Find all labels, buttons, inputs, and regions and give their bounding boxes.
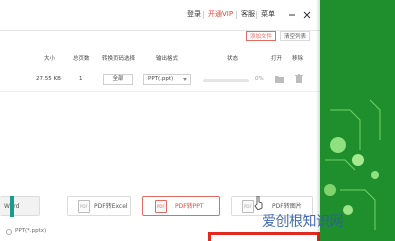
progress-percent: 0% (255, 76, 264, 82)
watermark-text: 爱创根知识网 (262, 214, 344, 230)
file-ppt-icon: PDF (155, 200, 167, 213)
header-open: 打开 (271, 56, 283, 62)
card-pdf-to-word[interactable]: Word (0, 196, 40, 216)
card-label: PDF转Excel (94, 203, 128, 210)
file-excel-icon: PDF (78, 200, 90, 213)
header-remove: 移除 (292, 56, 304, 62)
add-file-button[interactable]: 添加文件 (246, 31, 276, 41)
header-page-range: 转换页码选择 (102, 56, 136, 62)
header-status: 状态 (227, 56, 239, 62)
file-list-empty-area (0, 92, 320, 192)
chevron-down-icon (183, 78, 187, 81)
card-pdf-to-ppt[interactable]: PDF PDF转PPT (142, 196, 220, 216)
page-count: 1 (79, 76, 83, 82)
divider (236, 11, 237, 19)
table-row[interactable]: 27.55 KB 1 全部 PPT(.ppt) 0% (0, 69, 320, 92)
pptx-radio[interactable] (6, 229, 12, 235)
menu-link[interactable]: 菜单 (261, 10, 275, 19)
header-total-pages: 总页数 (73, 56, 90, 62)
card-pdf-to-excel[interactable]: PDF PDF转Excel (67, 196, 131, 216)
output-format-value: PPT(.ppt) (148, 76, 174, 82)
clear-list-button[interactable]: 清空列表 (280, 31, 310, 41)
card-label: PDF转PPT (175, 203, 204, 210)
folder-icon[interactable] (275, 75, 284, 83)
close-icon[interactable] (302, 10, 312, 20)
file-image-icon: PDF (242, 200, 254, 213)
output-format-select[interactable]: PPT(.ppt) (143, 74, 191, 85)
header-output-format: 输出格式 (156, 56, 179, 62)
trash-icon[interactable] (295, 74, 303, 83)
minimize-icon[interactable] (287, 10, 297, 20)
pptx-option-label: PPT(*.pptx) (15, 228, 47, 234)
header-size: 大小 (44, 56, 56, 62)
file-size: 27.55 KB (36, 76, 61, 82)
divider (256, 11, 257, 19)
client-service-link[interactable]: 客服 (241, 10, 255, 19)
page-range-button[interactable]: 全部 (103, 74, 133, 85)
desktop-background (320, 0, 395, 241)
scroll-indicator (10, 196, 14, 217)
pdf-converter-window: 登录 开通VIP 客服 菜单 添加文件 清空列表 大小 总页数 转换页码选择 输… (0, 0, 320, 241)
vip-link[interactable]: 开通VIP (208, 10, 233, 19)
divider (203, 11, 204, 19)
card-label: PDF转图片 (272, 203, 302, 210)
mouse-cursor-icon (254, 196, 263, 210)
title-bar: 登录 开通VIP 客服 菜单 (0, 0, 320, 31)
conversion-progress-bar (203, 79, 249, 82)
table-header: 大小 总页数 转换页码选择 输出格式 状态 打开 移除 (0, 53, 320, 65)
login-link[interactable]: 登录 (187, 10, 201, 19)
highlight-box (208, 232, 320, 241)
